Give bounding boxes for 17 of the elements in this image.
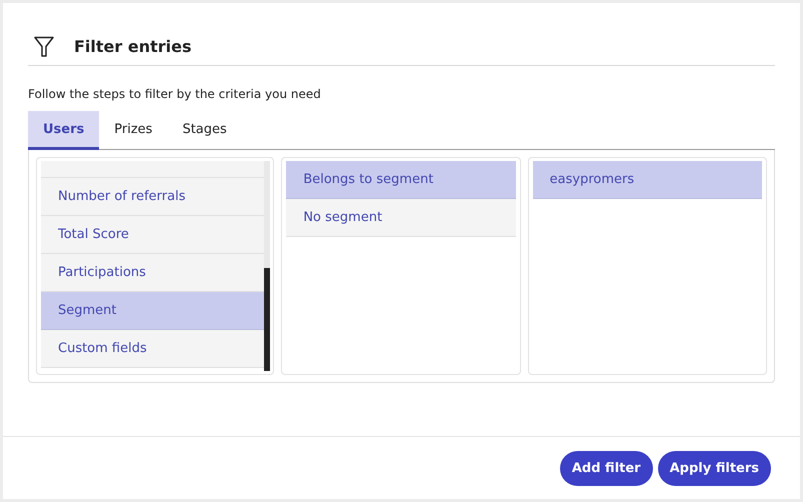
tab[interactable]: Users [28, 111, 100, 150]
list-item[interactable]: Segment [41, 292, 264, 330]
instructions-text: Follow the steps to filter by the criteria you need [28, 87, 322, 101]
tab[interactable]: Stages [167, 111, 242, 150]
list-item[interactable]: Belongs to segment [286, 161, 516, 199]
list-item[interactable]: Participations [41, 254, 264, 292]
list-item[interactable]: easypromers [532, 161, 762, 199]
tab[interactable]: Prizes [99, 111, 168, 150]
action-button[interactable]: Apply filters [658, 450, 771, 486]
dialog-title: Filter entries [74, 37, 192, 56]
scrollbar[interactable] [264, 161, 270, 371]
list-item[interactable]: Total Score [41, 216, 264, 254]
filter-icon [34, 36, 54, 58]
list-item[interactable]: Custom fields [41, 330, 264, 368]
action-button[interactable]: Add filter [560, 450, 653, 486]
list-item[interactable]: No segment [286, 199, 516, 237]
list-item[interactable]: Number of referrals [41, 178, 264, 216]
